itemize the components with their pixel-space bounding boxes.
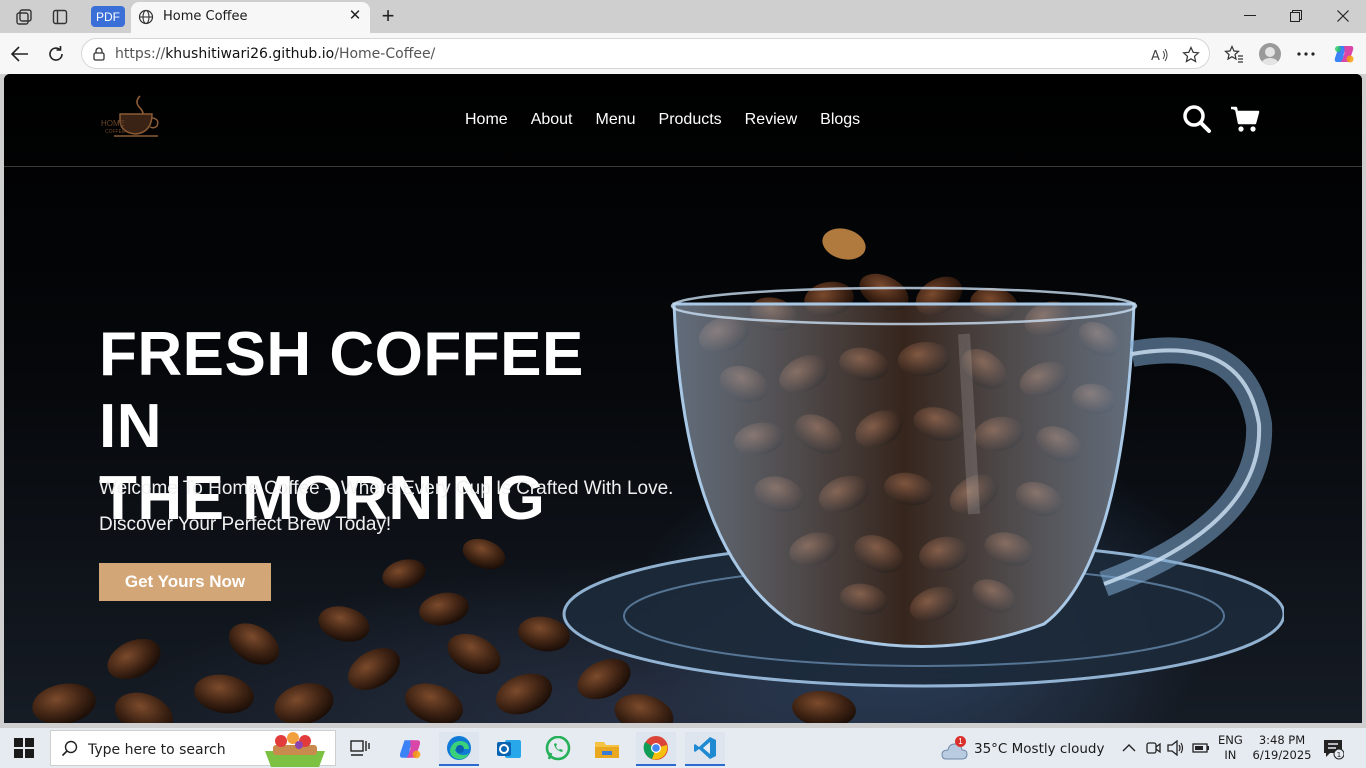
profile-avatar[interactable] <box>1259 43 1281 65</box>
search-placeholder: Type here to search <box>88 742 226 758</box>
hero-subtitle-line-2: Discover Your Perfect Brew Today! <box>99 514 392 535</box>
volume-icon[interactable] <box>1167 739 1185 757</box>
globe-icon <box>138 9 154 25</box>
nav-review[interactable]: Review <box>745 111 797 129</box>
notification-count: 1 <box>1337 751 1341 759</box>
hero-subtitle: Welcome To Home Coffee – Where Every Cup… <box>99 471 719 543</box>
search-icon <box>61 740 78 757</box>
lang-line-1: ENG <box>1218 733 1243 747</box>
clock-date: 6/19/2025 <box>1252 748 1312 762</box>
site-header: HOME COFFEE Home About Menu Products Rev… <box>4 74 1362 167</box>
windows-taskbar: Type here to search 1 35°C Mostly cloudy <box>0 728 1366 768</box>
home-coffee-logo[interactable]: HOME COFFEE <box>100 92 160 140</box>
outlook-taskbar-icon[interactable] <box>489 732 529 766</box>
url-text: https://khushitiwari26.github.io/Home-Co… <box>115 46 436 62</box>
tab-title: Home Coffee <box>163 9 248 24</box>
weather-widget[interactable]: 1 35°C Mostly cloudy <box>940 736 1110 762</box>
notifications-icon[interactable]: 1 <box>1322 738 1344 760</box>
system-clock[interactable]: 3:48 PM 6/19/2025 <box>1252 733 1312 763</box>
pdf-tab-label: PDF <box>96 9 120 24</box>
hero-subtitle-line-1: Welcome To Home Coffee – Where Every Cup… <box>99 478 674 499</box>
svg-text:COFFEE: COFFEE <box>105 129 126 135</box>
windows-start-icon[interactable] <box>14 738 34 758</box>
close-tab-icon[interactable]: ✕ <box>347 8 363 24</box>
search-highlight-icon <box>265 732 325 767</box>
scattered-beans-image <box>32 538 856 723</box>
restore-icon[interactable] <box>1273 4 1319 28</box>
address-bar-row: https://khushitiwari26.github.io/Home-Co… <box>0 33 1366 74</box>
file-explorer-taskbar-icon[interactable] <box>587 732 627 766</box>
clock-time: 3:48 PM <box>1258 733 1306 747</box>
back-button[interactable] <box>7 41 33 67</box>
get-yours-now-button[interactable]: Get Yours Now <box>99 563 271 601</box>
copilot-icon[interactable] <box>1332 42 1356 66</box>
workspaces-icon[interactable] <box>10 5 38 29</box>
browser-tab-bar: PDF Home Coffee ✕ + <box>0 0 1366 33</box>
more-options-icon[interactable] <box>1294 42 1318 66</box>
main-nav: Home About Menu Products Review Blogs <box>465 111 883 129</box>
url-bar[interactable]: https://khushitiwari26.github.io/Home-Co… <box>81 38 1210 69</box>
whatsapp-taskbar-icon[interactable] <box>538 732 578 766</box>
pdf-tab[interactable]: PDF <box>91 6 125 27</box>
minimize-icon[interactable] <box>1227 4 1273 28</box>
edge-taskbar-icon[interactable] <box>439 732 479 766</box>
read-aloud-icon[interactable]: A <box>1150 45 1170 65</box>
nav-home[interactable]: Home <box>465 111 508 129</box>
svg-text:HOME: HOME <box>101 119 125 128</box>
nav-blogs[interactable]: Blogs <box>820 111 860 129</box>
tab-actions-icon[interactable] <box>46 5 74 29</box>
new-tab-button[interactable]: + <box>377 4 399 28</box>
cart-icon[interactable] <box>1230 104 1260 134</box>
taskbar-search-box[interactable]: Type here to search <box>50 730 336 767</box>
nav-about[interactable]: About <box>531 111 573 129</box>
weather-text: 35°C Mostly cloudy <box>974 741 1105 757</box>
meet-now-icon[interactable] <box>1144 739 1162 757</box>
show-hidden-icons-chevron-icon[interactable] <box>1120 739 1138 757</box>
refresh-button[interactable] <box>43 41 69 67</box>
page-viewport: HOME COFFEE Home About Menu Products Rev… <box>4 74 1362 723</box>
svg-text:A: A <box>1151 49 1160 63</box>
nav-products[interactable]: Products <box>659 111 722 129</box>
input-language[interactable]: ENG IN <box>1218 733 1243 763</box>
close-window-icon[interactable] <box>1320 4 1366 28</box>
vscode-taskbar-icon[interactable] <box>685 732 725 766</box>
chrome-taskbar-icon[interactable] <box>636 732 676 766</box>
favorites-icon[interactable] <box>1222 42 1246 66</box>
hero-title-line-1: FRESH COFFEE IN <box>99 320 584 461</box>
battery-icon[interactable] <box>1192 739 1210 757</box>
task-view-icon[interactable] <box>340 732 380 766</box>
copilot-taskbar-icon[interactable] <box>390 732 430 766</box>
lang-line-2: IN <box>1224 748 1237 762</box>
search-icon[interactable] <box>1182 104 1212 134</box>
nav-menu[interactable]: Menu <box>596 111 636 129</box>
tab-home-coffee[interactable]: Home Coffee ✕ <box>131 2 370 33</box>
favorite-star-icon[interactable] <box>1181 45 1201 65</box>
lock-icon[interactable] <box>91 46 107 62</box>
weather-alert-badge: 1 <box>955 736 966 747</box>
